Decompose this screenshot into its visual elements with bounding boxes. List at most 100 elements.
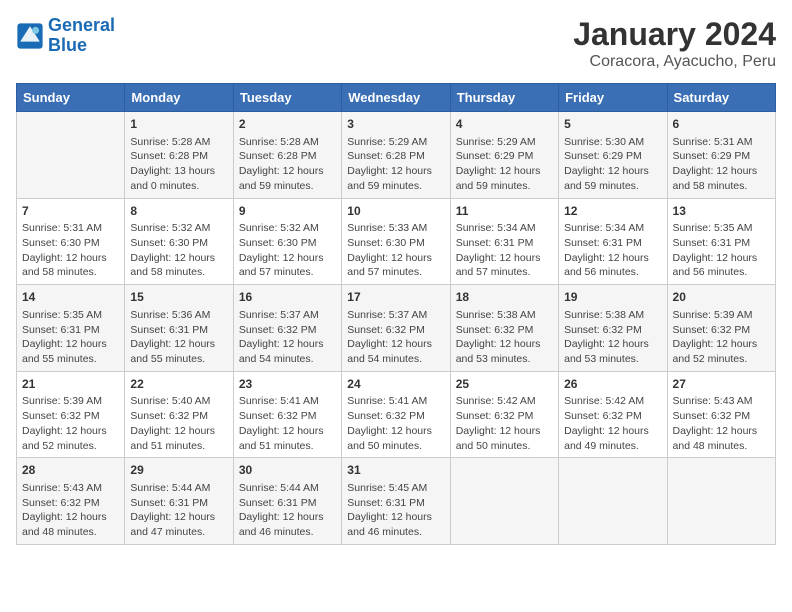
calendar-cell: 27Sunrise: 5:43 AM Sunset: 6:32 PM Dayli… — [667, 371, 775, 458]
day-info: Sunrise: 5:28 AM Sunset: 6:28 PM Dayligh… — [130, 135, 227, 194]
calendar-week-row: 28Sunrise: 5:43 AM Sunset: 6:32 PM Dayli… — [17, 458, 776, 545]
day-info: Sunrise: 5:45 AM Sunset: 6:31 PM Dayligh… — [347, 481, 444, 540]
day-number: 27 — [673, 376, 770, 393]
day-number: 10 — [347, 203, 444, 220]
day-info: Sunrise: 5:29 AM Sunset: 6:29 PM Dayligh… — [456, 135, 553, 194]
calendar-cell: 21Sunrise: 5:39 AM Sunset: 6:32 PM Dayli… — [17, 371, 125, 458]
header-sunday: Sunday — [17, 84, 125, 112]
day-number: 17 — [347, 289, 444, 306]
day-info: Sunrise: 5:41 AM Sunset: 6:32 PM Dayligh… — [347, 394, 444, 453]
day-number: 12 — [564, 203, 661, 220]
day-number: 3 — [347, 116, 444, 133]
header-friday: Friday — [559, 84, 667, 112]
day-number: 30 — [239, 462, 336, 479]
calendar-week-row: 21Sunrise: 5:39 AM Sunset: 6:32 PM Dayli… — [17, 371, 776, 458]
calendar-cell: 28Sunrise: 5:43 AM Sunset: 6:32 PM Dayli… — [17, 458, 125, 545]
day-number: 18 — [456, 289, 553, 306]
day-info: Sunrise: 5:28 AM Sunset: 6:28 PM Dayligh… — [239, 135, 336, 194]
day-number: 26 — [564, 376, 661, 393]
calendar-cell: 24Sunrise: 5:41 AM Sunset: 6:32 PM Dayli… — [342, 371, 450, 458]
calendar-cell: 8Sunrise: 5:32 AM Sunset: 6:30 PM Daylig… — [125, 198, 233, 285]
day-number: 14 — [22, 289, 119, 306]
calendar-cell: 12Sunrise: 5:34 AM Sunset: 6:31 PM Dayli… — [559, 198, 667, 285]
calendar-cell: 1 Sunrise: 5:28 AM Sunset: 6:28 PM Daylig… — [125, 112, 233, 199]
calendar-cell: 29Sunrise: 5:44 AM Sunset: 6:31 PM Dayli… — [125, 458, 233, 545]
logo-general: General — [48, 15, 115, 35]
day-info: Sunrise: 5:29 AM Sunset: 6:28 PM Dayligh… — [347, 135, 444, 194]
header-thursday: Thursday — [450, 84, 558, 112]
calendar-header-row: SundayMondayTuesdayWednesdayThursdayFrid… — [17, 84, 776, 112]
day-number: 24 — [347, 376, 444, 393]
day-number: 22 — [130, 376, 227, 393]
calendar-cell: 2 Sunrise: 5:28 AM Sunset: 6:28 PM Daylig… — [233, 112, 341, 199]
day-number: 28 — [22, 462, 119, 479]
calendar-cell: 6 Sunrise: 5:31 AM Sunset: 6:29 PM Daylig… — [667, 112, 775, 199]
day-number: 13 — [673, 203, 770, 220]
day-info: Sunrise: 5:33 AM Sunset: 6:30 PM Dayligh… — [347, 221, 444, 280]
calendar-cell: 25Sunrise: 5:42 AM Sunset: 6:32 PM Dayli… — [450, 371, 558, 458]
calendar-cell: 13Sunrise: 5:35 AM Sunset: 6:31 PM Dayli… — [667, 198, 775, 285]
day-info: Sunrise: 5:34 AM Sunset: 6:31 PM Dayligh… — [564, 221, 661, 280]
day-info: Sunrise: 5:44 AM Sunset: 6:31 PM Dayligh… — [130, 481, 227, 540]
day-info: Sunrise: 5:36 AM Sunset: 6:31 PM Dayligh… — [130, 308, 227, 367]
day-info: Sunrise: 5:39 AM Sunset: 6:32 PM Dayligh… — [22, 394, 119, 453]
day-info: Sunrise: 5:30 AM Sunset: 6:29 PM Dayligh… — [564, 135, 661, 194]
day-info: Sunrise: 5:42 AM Sunset: 6:32 PM Dayligh… — [564, 394, 661, 453]
header-saturday: Saturday — [667, 84, 775, 112]
day-number: 1 — [130, 116, 227, 133]
calendar-cell: 17 Sunrise: 5:37 AM Sunset: 6:32 PM Dayli… — [342, 285, 450, 372]
calendar-title: January 2024 — [573, 16, 776, 53]
title-block: January 2024 Coracora, Ayacucho, Peru — [573, 16, 776, 71]
calendar-week-row: 1 Sunrise: 5:28 AM Sunset: 6:28 PM Daylig… — [17, 112, 776, 199]
calendar-table: SundayMondayTuesdayWednesdayThursdayFrid… — [16, 83, 776, 545]
header-monday: Monday — [125, 84, 233, 112]
calendar-cell: 22Sunrise: 5:40 AM Sunset: 6:32 PM Dayli… — [125, 371, 233, 458]
calendar-cell: 3 Sunrise: 5:29 AM Sunset: 6:28 PM Daylig… — [342, 112, 450, 199]
day-number: 7 — [22, 203, 119, 220]
calendar-cell: 11Sunrise: 5:34 AM Sunset: 6:31 PM Dayli… — [450, 198, 558, 285]
day-info: Sunrise: 5:35 AM Sunset: 6:31 PM Dayligh… — [673, 221, 770, 280]
day-info: Sunrise: 5:31 AM Sunset: 6:30 PM Dayligh… — [22, 221, 119, 280]
day-number: 11 — [456, 203, 553, 220]
day-info: Sunrise: 5:37 AM Sunset: 6:32 PM Dayligh… — [347, 308, 444, 367]
logo: General Blue — [16, 16, 115, 56]
day-info: Sunrise: 5:31 AM Sunset: 6:29 PM Dayligh… — [673, 135, 770, 194]
calendar-cell — [17, 112, 125, 199]
day-info: Sunrise: 5:39 AM Sunset: 6:32 PM Dayligh… — [673, 308, 770, 367]
calendar-cell: 10Sunrise: 5:33 AM Sunset: 6:30 PM Dayli… — [342, 198, 450, 285]
day-info: Sunrise: 5:32 AM Sunset: 6:30 PM Dayligh… — [239, 221, 336, 280]
calendar-cell: 30 Sunrise: 5:44 AM Sunset: 6:31 PM Dayli… — [233, 458, 341, 545]
day-number: 5 — [564, 116, 661, 133]
calendar-cell — [559, 458, 667, 545]
day-info: Sunrise: 5:35 AM Sunset: 6:31 PM Dayligh… — [22, 308, 119, 367]
calendar-cell: 19 Sunrise: 5:38 AM Sunset: 6:32 PM Dayli… — [559, 285, 667, 372]
calendar-subtitle: Coracora, Ayacucho, Peru — [573, 53, 776, 71]
calendar-cell: 9Sunrise: 5:32 AM Sunset: 6:30 PM Daylig… — [233, 198, 341, 285]
day-info: Sunrise: 5:41 AM Sunset: 6:32 PM Dayligh… — [239, 394, 336, 453]
day-info: Sunrise: 5:44 AM Sunset: 6:31 PM Dayligh… — [239, 481, 336, 540]
calendar-cell: 7Sunrise: 5:31 AM Sunset: 6:30 PM Daylig… — [17, 198, 125, 285]
day-number: 16 — [239, 289, 336, 306]
day-number: 19 — [564, 289, 661, 306]
calendar-cell — [667, 458, 775, 545]
calendar-cell: 18Sunrise: 5:38 AM Sunset: 6:32 PM Dayli… — [450, 285, 558, 372]
day-info: Sunrise: 5:42 AM Sunset: 6:32 PM Dayligh… — [456, 394, 553, 453]
calendar-cell: 31 Sunrise: 5:45 AM Sunset: 6:31 PM Dayli… — [342, 458, 450, 545]
day-number: 23 — [239, 376, 336, 393]
header-tuesday: Tuesday — [233, 84, 341, 112]
day-number: 6 — [673, 116, 770, 133]
day-number: 15 — [130, 289, 227, 306]
calendar-cell — [450, 458, 558, 545]
day-number: 31 — [347, 462, 444, 479]
logo-text: General Blue — [48, 16, 115, 56]
calendar-cell: 5 Sunrise: 5:30 AM Sunset: 6:29 PM Daylig… — [559, 112, 667, 199]
calendar-week-row: 14 Sunrise: 5:35 AM Sunset: 6:31 PM Dayli… — [17, 285, 776, 372]
day-info: Sunrise: 5:34 AM Sunset: 6:31 PM Dayligh… — [456, 221, 553, 280]
day-info: Sunrise: 5:38 AM Sunset: 6:32 PM Dayligh… — [564, 308, 661, 367]
calendar-cell: 14 Sunrise: 5:35 AM Sunset: 6:31 PM Dayli… — [17, 285, 125, 372]
day-number: 2 — [239, 116, 336, 133]
calendar-cell: 15 Sunrise: 5:36 AM Sunset: 6:31 PM Dayli… — [125, 285, 233, 372]
day-number: 20 — [673, 289, 770, 306]
day-number: 9 — [239, 203, 336, 220]
day-info: Sunrise: 5:37 AM Sunset: 6:32 PM Dayligh… — [239, 308, 336, 367]
